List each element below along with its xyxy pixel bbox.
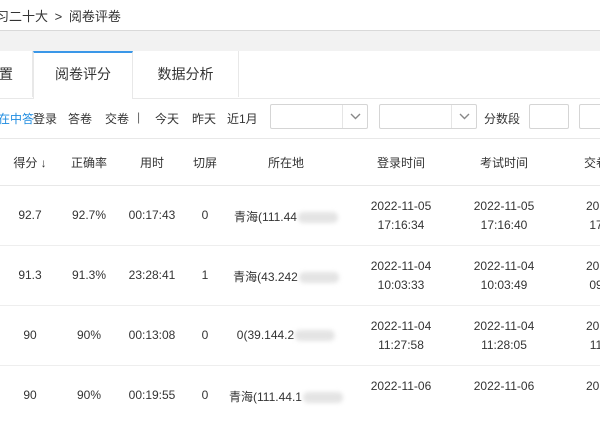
filter-login[interactable]: 登录 (33, 110, 57, 127)
tab-grading[interactable]: 阅卷评分 (33, 51, 133, 99)
exam-date: 2022-11-06 (473, 379, 535, 393)
submit-date: 202 (585, 259, 600, 273)
chevron-down-icon (451, 105, 476, 128)
submit-clock: 17 (589, 218, 600, 232)
cell-location: 青海(43.242 (233, 268, 339, 285)
filter-last-month[interactable]: 近1月 (227, 110, 258, 127)
cell-score: 90 (23, 328, 37, 342)
cell-duration: 23:28:41 (128, 268, 176, 282)
submit-date: 202 (585, 319, 600, 333)
header-duration: 用时 (139, 156, 165, 170)
header-score[interactable]: 得分 ↓ (13, 154, 46, 171)
cell-login-time: 2022-11-06 (371, 377, 432, 396)
header-exam-time: 考试时间 (479, 156, 529, 170)
filter-select-2[interactable] (379, 104, 477, 129)
table-row[interactable]: 90 90% 00:13:08 0 0(39.144.2 2022-11-04 1… (0, 305, 600, 366)
masked-ip (295, 330, 336, 342)
header-location: 所在地 (267, 156, 305, 170)
cell-exam-time: 2022-11-04 11:28:05 (474, 317, 535, 355)
table-header: 得分 ↓ 正确率 用时 切屏 所在地 登录时间 考试时间 交卷 (0, 138, 600, 186)
filter-bar: 在中答 登录 答卷 交卷 | 今天 昨天 近1月 分数段 (0, 98, 600, 138)
filter-submitted[interactable]: 交卷 (105, 110, 129, 127)
cell-score: 91.3 (18, 268, 42, 282)
cell-submit-time: 20217 (586, 197, 600, 235)
table-row[interactable]: 91.3 91.3% 23:28:41 1 青海(43.242 2022-11-… (0, 245, 600, 306)
exam-clock: 17:16:40 (480, 218, 528, 232)
submit-clock: 09 (589, 278, 600, 292)
score-min-input[interactable] (529, 104, 569, 129)
table-row[interactable]: 92.7 92.7% 00:17:43 0 青海(111.44 2022-11-… (0, 185, 600, 246)
login-clock: 10:03:33 (377, 278, 425, 292)
score-max-input[interactable] (579, 104, 600, 129)
filter-answered[interactable]: 答卷 (68, 110, 92, 127)
cell-submit-time: 20211 (586, 317, 600, 355)
cell-exam-time: 2022-11-05 17:16:40 (474, 197, 535, 235)
tab-bar: 置 阅卷评分 数据分析 (0, 51, 600, 99)
content-gap (0, 31, 600, 51)
top-bar: 习二十大 > 阅卷评卷 (0, 0, 600, 31)
cell-accuracy: 91.3% (71, 268, 107, 282)
exam-clock: 10:03:49 (480, 278, 528, 292)
cell-accuracy: 90% (76, 328, 102, 342)
cell-exam-time: 2022-11-06 (474, 377, 535, 396)
login-clock: 17:16:34 (377, 218, 425, 232)
score-range-label: 分数段 (484, 112, 521, 126)
masked-ip (298, 272, 339, 284)
login-clock: 11:27:58 (378, 338, 424, 352)
location-text: 青海(111.44.1 (229, 390, 302, 404)
breadcrumb: 习二十大 > 阅卷评卷 (0, 6, 124, 25)
table-row[interactable]: 90 90% 00:19:55 0 青海(111.44.1 2022-11-06… (0, 365, 600, 425)
location-text: 0(39.144.2 (236, 328, 295, 342)
location-text: 青海(43.242 (233, 270, 298, 284)
cell-switches: 1 (201, 268, 209, 282)
header-login-time: 登录时间 (376, 156, 426, 170)
filter-divider: | (137, 110, 141, 124)
breadcrumb-separator: > (54, 9, 63, 24)
chevron-down-icon (342, 105, 367, 128)
exam-date: 2022-11-04 (473, 259, 535, 273)
cell-duration: 00:17:43 (128, 208, 176, 222)
header-switches: 切屏 (192, 156, 218, 170)
header-accuracy: 正确率 (70, 156, 108, 170)
breadcrumb-parent[interactable]: 习二十大 (0, 9, 48, 24)
cell-score: 92.7 (18, 208, 42, 222)
submit-clock: 11 (589, 338, 600, 352)
masked-ip (297, 212, 338, 224)
filter-answering[interactable]: 在中答 (0, 110, 34, 127)
header-submit-time: 交卷 (583, 156, 600, 170)
exam-date: 2022-11-05 (473, 199, 535, 213)
login-date: 2022-11-05 (370, 199, 432, 213)
cell-login-time: 2022-11-05 17:16:34 (371, 197, 432, 235)
exam-date: 2022-11-04 (473, 319, 535, 333)
submit-date: 202 (585, 379, 600, 393)
filter-today[interactable]: 今天 (155, 110, 179, 127)
cell-exam-time: 2022-11-04 10:03:49 (474, 257, 535, 295)
masked-ip (302, 392, 343, 404)
exam-clock: 11:28:05 (481, 338, 527, 352)
cell-location: 青海(111.44.1 (229, 388, 343, 405)
cell-submit-time: 20209 (586, 257, 600, 295)
cell-switches: 0 (201, 328, 209, 342)
cell-location: 青海(111.44 (234, 208, 338, 225)
tab-settings[interactable]: 置 (0, 51, 33, 97)
cell-login-time: 2022-11-04 10:03:33 (371, 257, 432, 295)
login-date: 2022-11-06 (370, 379, 432, 393)
cell-accuracy: 92.7% (71, 208, 107, 222)
tab-data-analysis[interactable]: 数据分析 (133, 51, 239, 97)
login-date: 2022-11-04 (370, 259, 432, 273)
cell-location: 0(39.144.2 (236, 328, 336, 342)
cell-login-time: 2022-11-04 11:27:58 (371, 317, 432, 355)
location-text: 青海(111.44 (234, 210, 297, 224)
breadcrumb-current: 阅卷评卷 (68, 9, 121, 24)
filter-select-1[interactable] (270, 104, 368, 129)
filter-yesterday[interactable]: 昨天 (192, 110, 216, 127)
cell-submit-time: 202 (586, 377, 600, 396)
submit-date: 202 (585, 199, 600, 213)
cell-switches: 0 (201, 208, 209, 222)
login-date: 2022-11-04 (370, 319, 432, 333)
cell-duration: 00:13:08 (128, 328, 176, 342)
